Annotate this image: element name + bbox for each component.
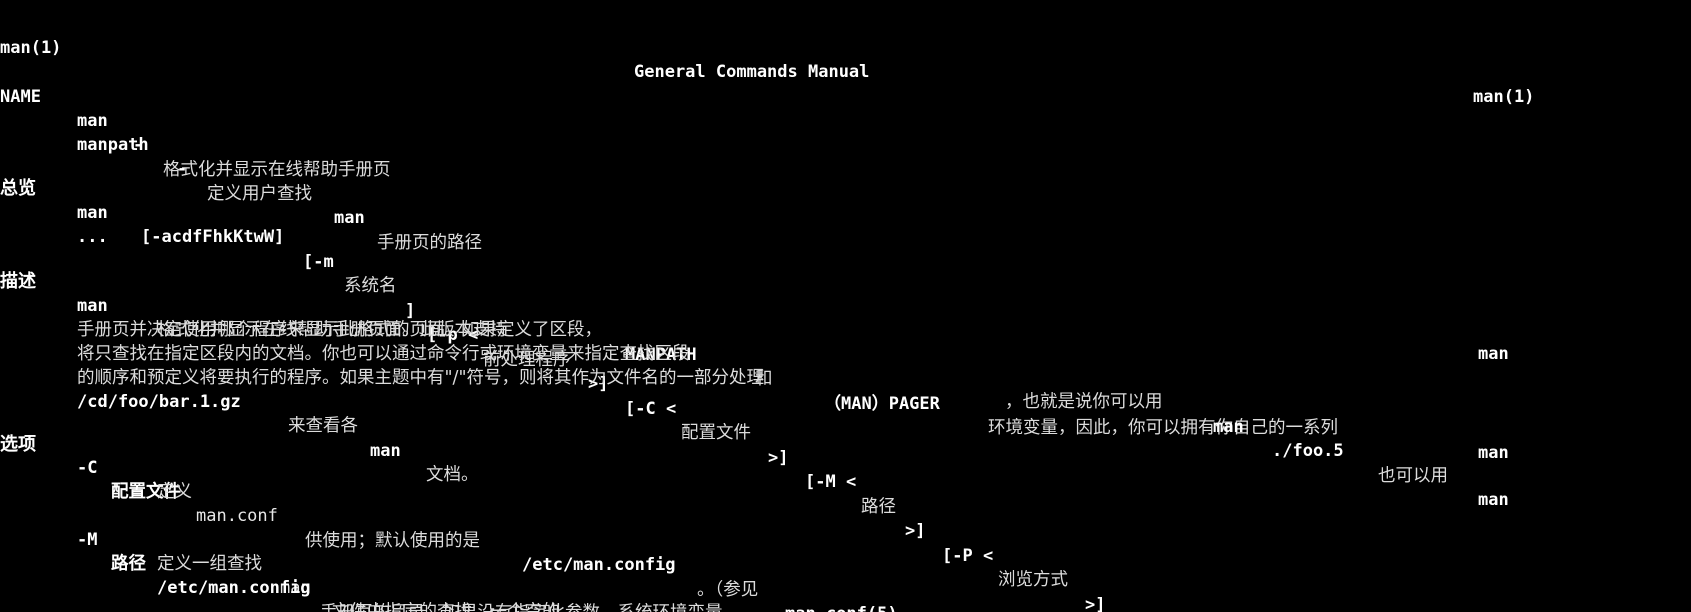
option-item-c-flag: -C 配置文件 (0, 431, 1691, 503)
name-line-manpath: manpath - 定义用户查找 man 手册页的路径 (0, 108, 1691, 253)
option-item-m-flag: -M 路径 (0, 503, 1691, 575)
option-c-desc-c: 。（参见 (697, 579, 759, 600)
synopsis-opt-bigp-close: >] (1085, 594, 1106, 612)
description-line-3: 将只查找在指定区段内的文档。你也可以通过命令行或环境变量来指定查找区段 (0, 317, 1691, 364)
option-m-desc-line2a: 文件中指定的查找。一个空的 (332, 602, 560, 612)
option-item-c-description: 定义 man.conf 供使用；默认使用的是 /etc/man.config 。… (0, 455, 1691, 612)
section-heading-description: 描述 (0, 245, 1691, 292)
description-line-5: /cd/foo/bar.1.gz 来查看各 man 文档。 (0, 365, 1691, 486)
description-line-2: 手册页并决定使用哪个程序来显示此格式的页面。如果定义了区段， man (0, 293, 1691, 365)
terminal-window: man(1) General Commands Manual man(1) NA… (0, 0, 1691, 612)
header-left-title: man(1) (0, 37, 62, 58)
synopsis-line-1: man [-acdfFhkKtwW] [-m 系统名 ] [-p < 前处理程序… (0, 176, 1691, 612)
section-heading-name: NAME (0, 60, 1691, 107)
option-c-manconf-ref: man.conf(5) (785, 602, 898, 612)
option-item-m-description-line2: /etc/man.config 文件中指定的查找。一个空的 MANPATH 子字… (0, 551, 1691, 612)
option-item-m-description-line1: 定义一组查找 man 手册页的目录。如果没有指定此参数，系统环境变量 MANPA… (0, 527, 1691, 612)
man-header-row: man(1) General Commands Manual man(1) (0, 11, 1691, 107)
synopsis-line-2: ... (0, 200, 1691, 247)
section-heading-synopsis: 总览 (0, 152, 1691, 199)
description-line-4: 的顺序和预定义将要执行的程序。如果主题中有"/"符号，则将其作为文件名的一部分处… (0, 341, 1691, 511)
option-m-config-path: /etc/man.config (157, 577, 311, 598)
option-c-desc-a: 定义 (157, 481, 192, 502)
name-line-man: man - 格式化并显示在线帮助手册页 (0, 84, 1691, 180)
section-heading-options: 选项 (0, 408, 1691, 455)
description-line-1: man 格式化并显示在线帮助手册页面。此版本支持 MANPATH 和 （MAN）… (0, 269, 1691, 463)
